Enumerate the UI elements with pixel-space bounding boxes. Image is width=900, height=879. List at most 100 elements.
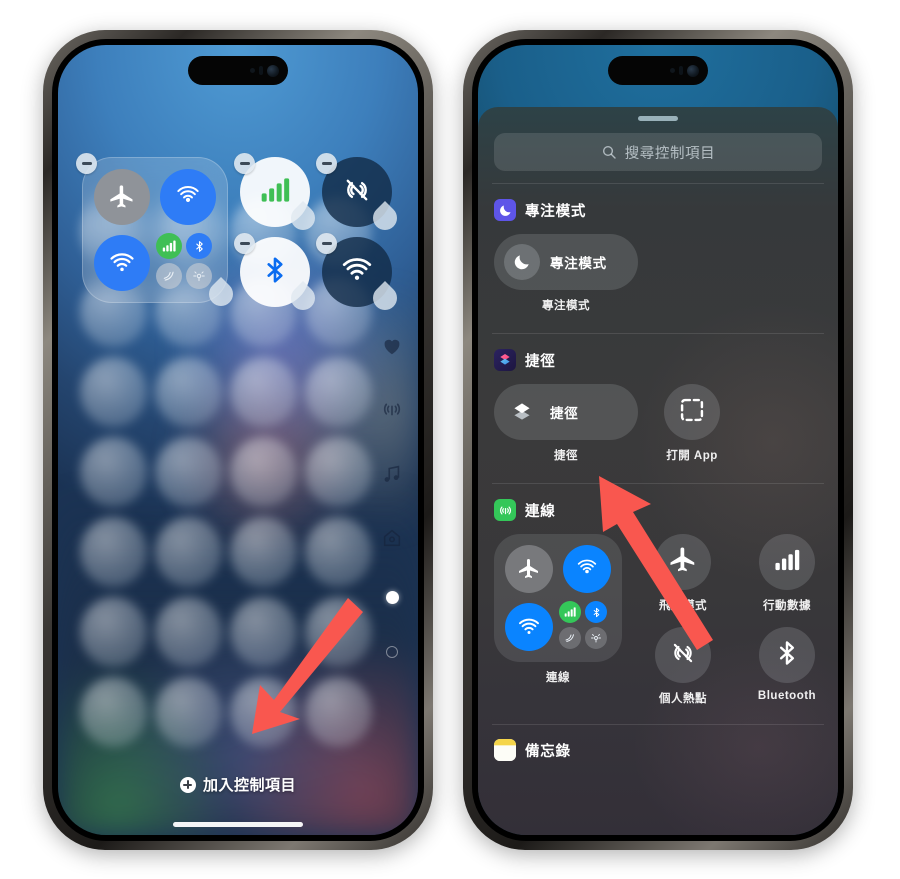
airdrop-icon[interactable] [563,545,611,593]
resize-handle-icon[interactable] [286,201,320,235]
ghost-tile [155,517,222,587]
connectivity-section-header: 連線 [494,499,822,521]
ghost-tile [155,437,222,507]
shortcuts-controls: 捷徑 捷徑 打開 App [494,384,822,463]
cellular-data-tile[interactable] [759,534,815,590]
phone-right: 搜尋控制項目 專注模式 專注模式 專注模式 捷徑 捷徑 捷徑 打開 App 連線… [463,30,853,850]
focus-section: 專注模式 專注模式 專注模式 [478,184,838,319]
ghost-tile [230,677,297,747]
cellular-icon[interactable] [559,601,581,623]
page-dot-inactive[interactable] [386,646,398,658]
connectivity-group-caption: 連線 [546,672,570,684]
editable-tiles [76,153,402,315]
ghost-tile [230,437,297,507]
airplane-mode-tile[interactable] [655,534,711,590]
shortcut-control-label: 捷徑 [550,406,579,421]
remove-badge-icon[interactable] [316,233,337,254]
connectivity-icon [494,499,516,521]
connectivity-group-tile[interactable] [494,534,622,662]
connectivity-group-inner [505,545,611,651]
wifi-tile[interactable] [316,233,402,315]
wifi-icon[interactable] [505,603,553,651]
sos-icon[interactable] [585,627,607,649]
shortcuts-section-header: 捷徑 [494,349,822,371]
open-app-control-caption: 打開 App [666,450,718,462]
add-control-sheet: 搜尋控制項目 專注模式 專注模式 專注模式 捷徑 捷徑 捷徑 打開 App 連線… [478,107,838,835]
plus-circle-icon [179,776,196,793]
connectivity-icon[interactable] [381,399,403,421]
ghost-tile [305,517,372,587]
bluetooth-icon[interactable] [186,233,212,259]
ghost-tile [80,677,147,747]
moon-icon [504,244,540,280]
satellite-icon[interactable] [156,263,182,289]
airplane-icon[interactable] [505,545,553,593]
ghost-tile [305,677,372,747]
airplane-mode-caption: 飛航模式 [659,600,707,612]
focus-control-tile[interactable]: 專注模式 [494,234,638,290]
phone-left-bezel: 加入控制項目 [52,39,424,841]
bluetooth-tile[interactable] [234,233,320,315]
bluetooth-icon [773,639,801,672]
sheet-grabber[interactable] [638,116,678,121]
cellular-data-tile[interactable] [234,153,320,235]
focus-section-header: 專注模式 [494,199,822,221]
cellular-icon[interactable] [156,233,182,259]
ghost-tile [80,437,147,507]
airplane-icon[interactable] [94,169,150,225]
ghost-tile [305,437,372,507]
heart-icon[interactable] [381,335,403,357]
cellular-data-control[interactable]: 行動數據 [748,534,826,613]
connectivity-section: 連線 連線 飛航模式 行動數據 個人熱點 Bluetooth [478,484,838,712]
home-indicator[interactable] [173,822,303,827]
open-app-control[interactable]: 打開 App [664,384,720,463]
sheet-scroll-area[interactable]: 專注模式 專注模式 專注模式 捷徑 捷徑 捷徑 打開 App 連線 連線 飛航模… [478,183,838,835]
focus-section-title: 專注模式 [525,203,587,220]
hotspot-off-icon [668,638,698,673]
search-input[interactable]: 搜尋控制項目 [494,133,822,171]
ghost-tile [80,357,147,427]
shortcut-control-tile[interactable]: 捷徑 [494,384,638,440]
remove-badge-icon[interactable] [234,153,255,174]
add-control-label: 加入控制項目 [202,777,296,794]
remove-badge-icon[interactable] [76,153,97,174]
connectivity-group-tile[interactable] [76,153,238,311]
wifi-icon[interactable] [94,235,150,291]
sos-icon[interactable] [186,263,212,289]
front-camera-icon [687,64,699,77]
connectivity-group-control[interactable]: 連線 [494,534,622,685]
music-note-icon[interactable] [381,463,403,485]
front-camera-icon [267,64,279,77]
airplane-icon [668,545,698,580]
dashed-square-icon [678,396,706,429]
dynamic-island [608,56,708,85]
hotspot-off-icon [340,173,374,212]
remove-badge-icon[interactable] [234,233,255,254]
control-center-edit-screen: 加入控制項目 [58,45,418,835]
personal-hotspot-tile[interactable] [316,153,402,235]
remove-badge-icon[interactable] [316,153,337,174]
focus-control[interactable]: 專注模式 專注模式 [494,234,638,313]
personal-hotspot-tile[interactable] [655,627,711,683]
bluetooth-icon[interactable] [585,601,607,623]
airdrop-icon[interactable] [160,169,216,225]
open-app-control-tile[interactable] [664,384,720,440]
add-control-button[interactable]: 加入控制項目 [58,774,418,795]
focus-control-label: 專注模式 [550,256,607,271]
search-placeholder: 搜尋控制項目 [624,145,716,162]
satellite-icon[interactable] [559,627,581,649]
cellular-bars-icon [260,175,290,210]
page-dot-active[interactable] [385,591,399,604]
search-icon [601,144,617,160]
personal-hotspot-control[interactable]: 個人熱點 [644,627,722,706]
notes-icon [494,739,516,761]
home-icon[interactable] [381,527,403,549]
shortcut-control[interactable]: 捷徑 捷徑 [494,384,638,463]
airplane-mode-control[interactable]: 飛航模式 [644,534,722,613]
ghost-tile [80,597,147,667]
bluetooth-tile[interactable] [759,627,815,683]
proximity-sensor-icon [250,68,255,73]
shortcuts-layers-icon [504,394,540,430]
shortcuts-icon [494,349,516,371]
bluetooth-control[interactable]: Bluetooth [748,627,826,706]
